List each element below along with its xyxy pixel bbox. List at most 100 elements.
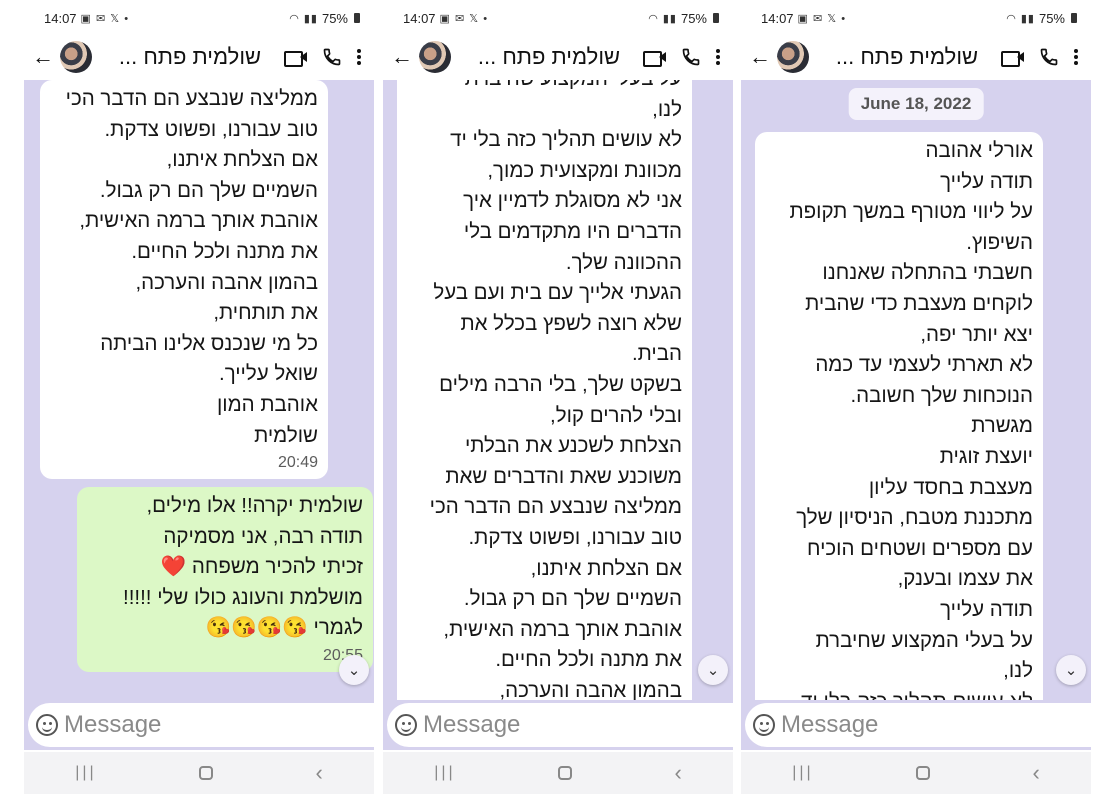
avatar[interactable] [777,41,809,73]
contact-name[interactable]: שולמית פתח ... [455,44,643,70]
status-time: 14:07 [761,10,794,26]
message-line: ממליצה שנבצע הם הדבר הכי [65,87,318,110]
outgoing-message-bubble[interactable]: שולמית יקרה!! אלו מילים, תודה רבה, אני מס… [77,487,373,672]
message-line: מכוונת ומקצועית כמוך, [487,158,682,182]
sticker-icon[interactable] [753,714,775,736]
message-line: זכיתי להכיר משפחה ❤️ [160,555,363,579]
video-call-icon[interactable] [1001,49,1025,67]
incoming-message-bubble[interactable]: אורלי אהובה תודה עלייך על ליווי מטורף במשך… [755,132,1043,700]
recent-apps-icon[interactable]: ||| [434,764,455,782]
message-line: שואל עלייך. [219,362,318,386]
incoming-message-bubble[interactable]: ממליצה שנבצע הם הדבר הכי טוב עבורנו, ופשו… [40,80,328,480]
message-input[interactable] [781,711,1091,739]
avatar[interactable] [60,41,92,73]
message-line: אם הצלחת איתנו, [530,556,682,580]
message-line: תודה רבה, אני מסמיקה [163,524,363,548]
message-composer: ⎘ [24,700,374,750]
message-line: לא עושים תהליך כזה בלי יד [765,687,1033,700]
back-arrow-icon[interactable]: ← [30,46,56,68]
status-time: 14:07 [403,10,436,26]
home-icon[interactable] [916,766,931,780]
status-time: 14:07 [44,10,77,26]
notification-icons: ▣ ✉ 𝕏 • [439,12,489,25]
signal-icon: ◠ ▮▮ [648,12,677,25]
phone-icon[interactable] [681,47,701,67]
contact-name[interactable]: שולמית פתח ... [813,44,1001,70]
nav-back-icon[interactable]: ‹ [674,760,681,786]
back-arrow-icon[interactable]: ← [389,46,415,68]
message-line: ההכוונה שלך. [565,250,682,274]
battery-icon [354,13,360,23]
message-line: לנו, [652,97,682,121]
signal-icon: ◠ ▮▮ [1006,12,1035,25]
message-line: השיפוץ. [966,230,1033,254]
message-line: תודה עלייך [940,597,1033,621]
message-line: אוהבת אותך ברמה האישית, [79,209,318,233]
message-line: על ליווי מטורף במשך תקופת [789,200,1033,224]
recent-apps-icon[interactable]: ||| [792,764,813,782]
scroll-to-bottom-icon[interactable]: ⌄ [1056,655,1086,685]
message-line: טוב עבורנו, ופשוט צדקת. [104,117,318,141]
message-line: ובלי להרים קול, [550,403,682,427]
sticker-icon[interactable] [395,714,417,736]
chat-header: ← שולמית פתח ... [24,36,374,78]
message-line: תודה עלייך [940,169,1033,193]
message-line: הצלחת לשכנע את הבלתי [464,434,682,458]
message-line: שולמית יקרה!! אלו מילים, [146,494,363,517]
message-input[interactable] [423,711,733,739]
more-options-icon[interactable] [356,47,362,67]
message-composer: ⎘ [383,700,733,750]
message-line: חשבתי בהתחלה שאנחנו [822,261,1033,285]
status-bar: 14:07 ▣ ✉ 𝕏 • ◠ ▮▮ 75% [24,0,374,36]
message-line: בשקט שלך, בלי הרבה מילים [439,372,682,396]
message-line: מושלמת והעונג כולו שלי !!!!! [123,585,363,609]
message-line: בהמון אהבה והערכה, [135,270,318,294]
message-input[interactable] [64,711,374,739]
message-input-pill: ⎘ [745,703,1091,747]
more-options-icon[interactable] [715,47,721,67]
nav-back-icon[interactable]: ‹ [315,760,322,786]
more-options-icon[interactable] [1073,47,1079,67]
message-line: ממליצה שנבצע הם הדבר הכי [429,495,682,519]
video-call-icon[interactable] [643,49,667,67]
message-line: הנוכחות שלך חשובה. [850,383,1033,407]
message-line: על בעלי המקצוע שחיברת [407,80,682,95]
avatar[interactable] [419,41,451,73]
message-composer: ⎘ [741,700,1091,750]
chat-area[interactable]: June 18, 2022 אורלי אהובה תודה עלייך על ליו… [741,80,1091,700]
nav-back-icon[interactable]: ‹ [1032,760,1039,786]
message-line: יצא יותר יפה, [920,322,1033,346]
message-line: לא עושים תהליך כזה בלי יד [450,128,682,152]
date-chip: June 18, 2022 [848,88,984,120]
contact-name[interactable]: שולמית פתח ... [96,44,284,70]
scroll-to-bottom-icon[interactable]: ⌄ [339,655,369,685]
chat-area[interactable]: על בעלי המקצוע שחיברת לנו, לא עושים תהליך … [383,80,733,700]
message-line: לגמרי 😘😘😘😘 [205,616,363,640]
message-line: את מתנה ולכל החיים. [131,239,318,263]
message-line: מעצבת בחסד עליון [868,475,1033,499]
home-icon[interactable] [558,766,573,780]
chat-area[interactable]: ממליצה שנבצע הם הדבר הכי טוב עבורנו, ופשו… [24,80,374,700]
message-line: מגשרת [971,414,1033,438]
chat-header: ← שולמית פתח ... [383,36,733,78]
message-line: את עצמו ובענק, [897,567,1033,591]
message-line: אורלי אהובה [925,139,1033,162]
video-call-icon[interactable] [284,49,308,67]
message-line: הדברים היו מתקדמים בלי [463,219,682,243]
chat-screen-1: 14:07 ▣ ✉ 𝕏 • ◠ ▮▮ 75% ← שולמית פתח ... … [24,0,374,794]
signal-icon: ◠ ▮▮ [289,12,318,25]
battery-icon [1071,13,1077,23]
home-icon[interactable] [199,766,214,780]
back-arrow-icon[interactable]: ← [747,46,773,68]
scroll-to-bottom-icon[interactable]: ⌄ [698,655,728,685]
message-line: השמיים שלך הם רק גבול. [463,587,682,611]
incoming-message-bubble[interactable]: על בעלי המקצוע שחיברת לנו, לא עושים תהליך … [397,80,692,700]
phone-icon[interactable] [1039,47,1059,67]
battery-level: 75% [1038,10,1065,26]
sticker-icon[interactable] [36,714,58,736]
phone-icon[interactable] [322,47,342,67]
status-bar: 14:07 ▣ ✉ 𝕏 • ◠ ▮▮ 75% [383,0,733,36]
battery-level: 75% [321,10,348,26]
message-line: עם מספרים ושטחים הוכיח [807,536,1033,560]
recent-apps-icon[interactable]: ||| [75,764,96,782]
